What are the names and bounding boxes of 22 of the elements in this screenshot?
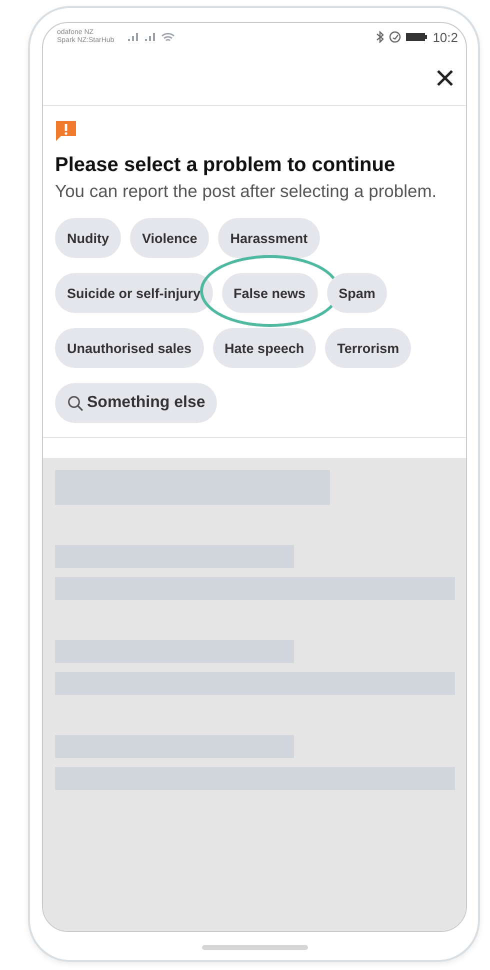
signal-icon <box>144 32 156 42</box>
problem-chip[interactable]: Harassment <box>218 218 320 258</box>
alert-icon <box>55 120 77 142</box>
gauge-icon <box>388 31 401 43</box>
problem-chip[interactable]: Something else <box>55 383 218 423</box>
problem-chip[interactable]: Unauthorised sales <box>55 328 204 368</box>
problem-chip[interactable]: Spam <box>326 273 388 313</box>
close-icon[interactable] <box>436 69 454 87</box>
problem-chip[interactable]: Nudity <box>55 218 121 258</box>
problem-chip[interactable]: False news <box>222 273 318 313</box>
problem-chip[interactable]: Violence <box>130 218 210 258</box>
problem-chip[interactable]: Hate speech <box>212 328 316 368</box>
search-icon <box>67 394 84 412</box>
battery-icon <box>406 32 428 42</box>
wifi-icon <box>161 32 176 42</box>
dialog-title: Please select a problem to continue <box>55 154 396 177</box>
bluetooth-icon <box>376 31 384 43</box>
problem-chip[interactable]: Suicide or self-injury <box>55 273 213 313</box>
clock-time: 10:2 <box>432 30 458 44</box>
dialog-subtitle: You can report the post after selecting a problem. <box>55 180 438 203</box>
problem-chip[interactable]: Terrorism <box>325 328 412 368</box>
signal-icon <box>127 32 140 42</box>
